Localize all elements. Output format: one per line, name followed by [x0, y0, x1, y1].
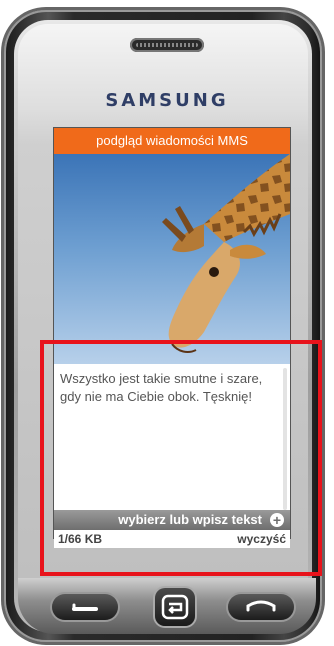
back-button[interactable] [155, 588, 195, 626]
call-icon [72, 603, 98, 611]
speaker-grille [130, 38, 204, 52]
screen-title: podgląd wiadomości MMS [54, 128, 290, 154]
highlight-frame [40, 340, 322, 576]
end-call-icon [246, 600, 276, 612]
brand-logo: SAMSUNG [105, 90, 229, 111]
call-button[interactable] [52, 594, 118, 620]
mms-photo [54, 154, 290, 364]
giraffe-image [162, 154, 290, 353]
back-icon [161, 594, 189, 620]
end-call-button[interactable] [228, 594, 294, 620]
